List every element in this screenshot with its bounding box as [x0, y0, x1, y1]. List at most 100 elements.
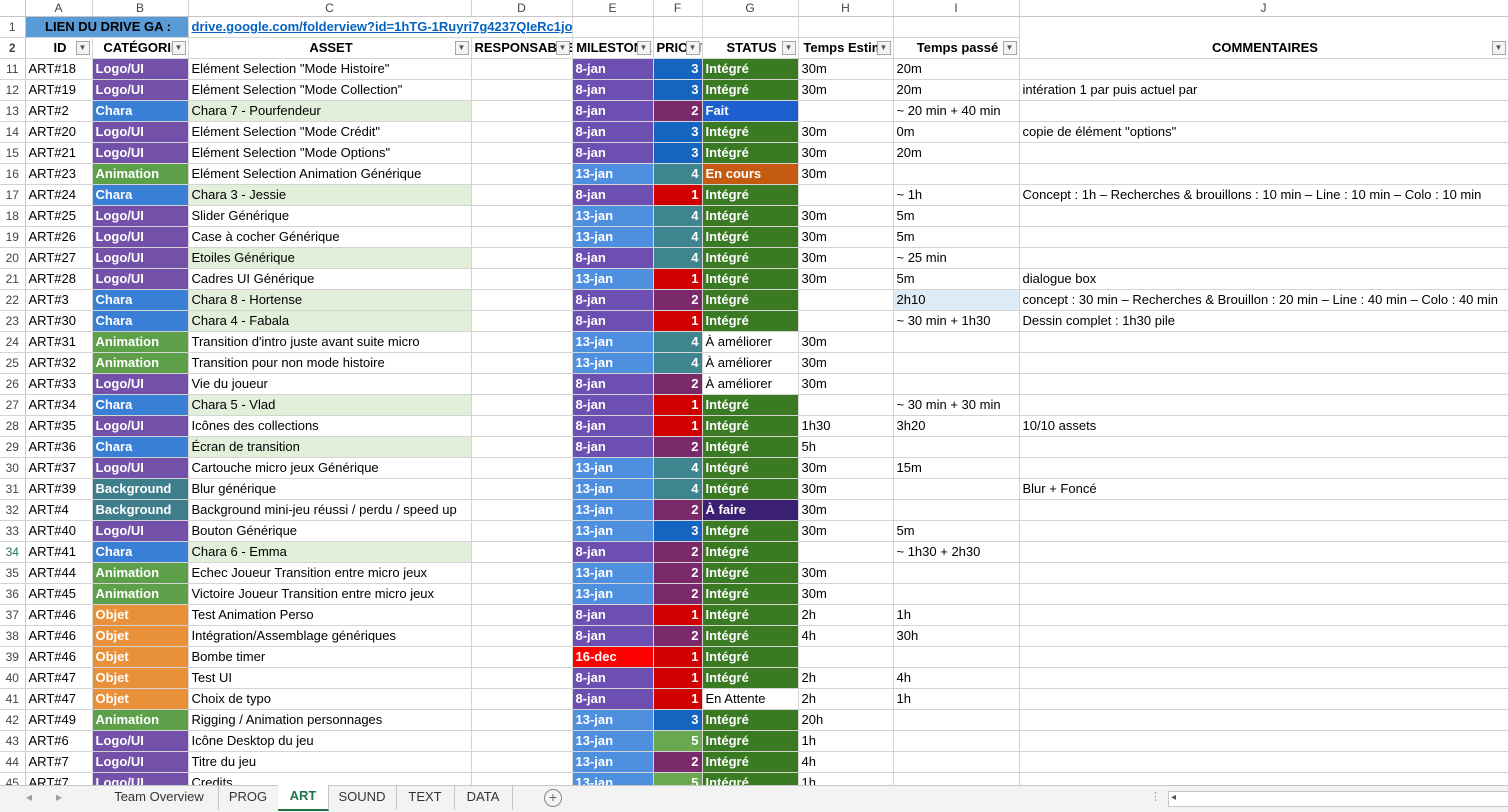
- header-prio[interactable]: PRIORITÉ▼: [653, 37, 703, 59]
- header-est[interactable]: Temps Estimé ▼: [798, 37, 894, 59]
- empty-cell[interactable]: [893, 16, 1020, 38]
- estimated-time-cell[interactable]: [798, 541, 894, 563]
- id-cell[interactable]: ART#6: [25, 730, 93, 752]
- priority-cell[interactable]: 2: [653, 562, 703, 584]
- filter-dropdown-icon[interactable]: ▼: [1491, 40, 1506, 55]
- asset-cell[interactable]: Icône Desktop du jeu: [188, 730, 472, 752]
- estimated-time-cell[interactable]: 1h: [798, 772, 894, 785]
- sheet-tab-sound[interactable]: SOUND: [328, 786, 397, 810]
- row-number[interactable]: 31: [0, 478, 26, 500]
- status-cell[interactable]: À améliorer: [702, 373, 799, 395]
- responsable-cell[interactable]: [471, 751, 573, 773]
- estimated-time-cell[interactable]: 2h: [798, 604, 894, 626]
- time-spent-cell[interactable]: 3h20: [893, 415, 1020, 437]
- column-header-i[interactable]: I: [893, 0, 1020, 17]
- status-cell[interactable]: Intégré: [702, 478, 799, 500]
- milestone-cell[interactable]: 13-jan: [572, 709, 654, 731]
- asset-cell[interactable]: Background mini-jeu réussi / perdu / spe…: [188, 499, 472, 521]
- priority-cell[interactable]: 2: [653, 583, 703, 605]
- estimated-time-cell[interactable]: 30m: [798, 268, 894, 290]
- header-cat[interactable]: CATÉGORIE ▼: [92, 37, 189, 59]
- status-cell[interactable]: Intégré: [702, 709, 799, 731]
- estimated-time-cell[interactable]: [798, 394, 894, 416]
- category-cell[interactable]: Chara: [92, 541, 189, 563]
- filter-dropdown-icon[interactable]: ▼: [454, 41, 469, 55]
- priority-cell[interactable]: 2: [653, 751, 703, 773]
- comment-cell[interactable]: [1019, 688, 1508, 710]
- responsable-cell[interactable]: [471, 625, 573, 647]
- responsable-cell[interactable]: [471, 310, 573, 332]
- priority-cell[interactable]: 1: [653, 268, 703, 290]
- category-cell[interactable]: Background: [92, 478, 189, 500]
- id-cell[interactable]: ART#37: [25, 457, 93, 479]
- asset-cell[interactable]: Elément Selection "Mode Options": [188, 142, 472, 164]
- row-number[interactable]: 32: [0, 499, 26, 521]
- scroll-left-icon[interactable]: ◂: [26, 790, 32, 804]
- responsable-cell[interactable]: [471, 289, 573, 311]
- status-cell[interactable]: Intégré: [702, 79, 799, 101]
- responsable-cell[interactable]: [471, 247, 573, 269]
- comment-cell[interactable]: [1019, 331, 1508, 353]
- id-cell[interactable]: ART#46: [25, 625, 93, 647]
- estimated-time-cell[interactable]: 30m: [798, 205, 894, 227]
- filter-dropdown-icon[interactable]: ▼: [781, 41, 796, 55]
- estimated-time-cell[interactable]: 30m: [798, 520, 894, 542]
- id-cell[interactable]: ART#23: [25, 163, 93, 185]
- comment-cell[interactable]: [1019, 457, 1508, 479]
- priority-cell[interactable]: 4: [653, 247, 703, 269]
- asset-cell[interactable]: Elément Selection "Mode Histoire": [188, 58, 472, 80]
- milestone-cell[interactable]: 8-jan: [572, 541, 654, 563]
- time-spent-cell[interactable]: 30h: [893, 625, 1020, 647]
- milestone-cell[interactable]: 8-jan: [572, 373, 654, 395]
- asset-cell[interactable]: Echec Joueur Transition entre micro jeux: [188, 562, 472, 584]
- id-cell[interactable]: ART#19: [25, 79, 93, 101]
- row-number[interactable]: 30: [0, 457, 26, 479]
- status-cell[interactable]: Intégré: [702, 604, 799, 626]
- asset-cell[interactable]: Test UI: [188, 667, 472, 689]
- id-cell[interactable]: ART#2: [25, 100, 93, 122]
- status-cell[interactable]: Intégré: [702, 205, 799, 227]
- priority-cell[interactable]: 1: [653, 604, 703, 626]
- estimated-time-cell[interactable]: 30m: [798, 121, 894, 143]
- row-number[interactable]: 41: [0, 688, 26, 710]
- milestone-cell[interactable]: 8-jan: [572, 58, 654, 80]
- column-header-d[interactable]: D: [471, 0, 573, 17]
- column-header-g[interactable]: G: [702, 0, 799, 17]
- category-cell[interactable]: Logo/UI: [92, 226, 189, 248]
- milestone-cell[interactable]: 13-jan: [572, 457, 654, 479]
- header-milestone[interactable]: MILESTONE ▼: [572, 37, 654, 59]
- comment-cell[interactable]: [1019, 667, 1508, 689]
- milestone-cell[interactable]: 8-jan: [572, 142, 654, 164]
- status-cell[interactable]: Intégré: [702, 58, 799, 80]
- id-cell[interactable]: ART#3: [25, 289, 93, 311]
- asset-cell[interactable]: Choix de typo: [188, 688, 472, 710]
- milestone-cell[interactable]: 13-jan: [572, 562, 654, 584]
- comment-cell[interactable]: [1019, 436, 1508, 458]
- status-cell[interactable]: Intégré: [702, 625, 799, 647]
- responsable-cell[interactable]: [471, 226, 573, 248]
- row-number[interactable]: 36: [0, 583, 26, 605]
- status-cell[interactable]: Intégré: [702, 436, 799, 458]
- id-cell[interactable]: ART#47: [25, 688, 93, 710]
- estimated-time-cell[interactable]: 30m: [798, 499, 894, 521]
- row-number[interactable]: 24: [0, 331, 26, 353]
- row-number[interactable]: 16: [0, 163, 26, 185]
- status-cell[interactable]: Intégré: [702, 247, 799, 269]
- estimated-time-cell[interactable]: 30m: [798, 352, 894, 374]
- asset-cell[interactable]: Chara 5 - Vlad: [188, 394, 472, 416]
- row-number[interactable]: 34: [0, 541, 26, 563]
- milestone-cell[interactable]: 8-jan: [572, 289, 654, 311]
- priority-cell[interactable]: 1: [653, 688, 703, 710]
- estimated-time-cell[interactable]: [798, 184, 894, 206]
- status-cell[interactable]: À faire: [702, 499, 799, 521]
- row-number[interactable]: 26: [0, 373, 26, 395]
- comment-cell[interactable]: [1019, 520, 1508, 542]
- category-cell[interactable]: Logo/UI: [92, 730, 189, 752]
- status-cell[interactable]: Intégré: [702, 667, 799, 689]
- id-cell[interactable]: ART#7: [25, 772, 93, 785]
- asset-cell[interactable]: Bouton Générique: [188, 520, 472, 542]
- priority-cell[interactable]: 3: [653, 520, 703, 542]
- priority-cell[interactable]: 3: [653, 121, 703, 143]
- milestone-cell[interactable]: 13-jan: [572, 226, 654, 248]
- empty-cell[interactable]: [798, 16, 894, 38]
